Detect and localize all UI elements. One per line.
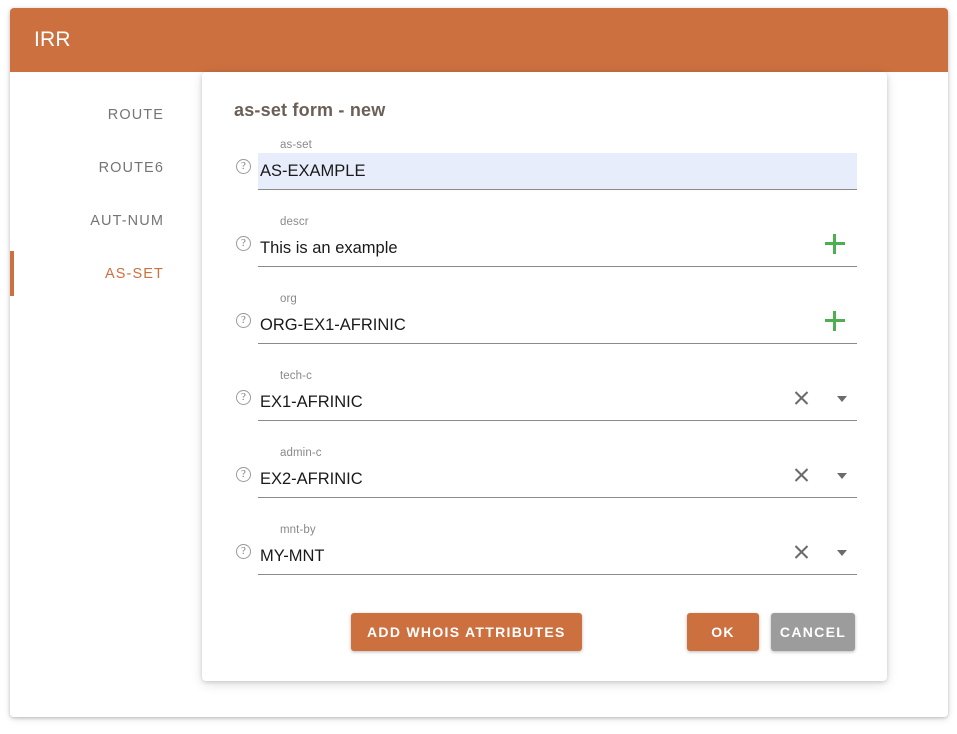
field-value: EX1-AFRINIC (260, 392, 363, 411)
form-fields: ? as-set AS-EXAMPLE? descr This is an exampl… (234, 131, 857, 593)
sidebar-item-label: AS-SET (105, 265, 164, 282)
clear-close-icon[interactable] (793, 390, 810, 407)
help-circle-icon[interactable]: ? (236, 390, 251, 405)
form-title: as-set form - new (234, 100, 386, 120)
add-plus-icon[interactable] (825, 311, 845, 331)
field-input-mnt-by[interactable]: MY-MNT (258, 538, 857, 575)
add-plus-icon[interactable] (825, 234, 845, 254)
sidebar-item-as-set[interactable]: AS-SET (10, 247, 192, 300)
field-input-as-set[interactable]: AS-EXAMPLE (258, 153, 857, 190)
help-circle-icon[interactable]: ? (236, 467, 251, 482)
field-label: admin-c (280, 447, 322, 459)
field-input-tech-c[interactable]: EX1-AFRINIC (258, 384, 857, 421)
form-footer: ADD WHOIS ATTRIBUTES OK CANCEL (234, 613, 855, 651)
field-value: EX2-AFRINIC (260, 469, 363, 488)
field-label: as-set (280, 139, 312, 151)
field-input-org[interactable]: ORG-EX1-AFRINIC (258, 307, 857, 344)
help-circle-icon[interactable]: ? (236, 236, 251, 251)
field-label: tech-c (280, 370, 312, 382)
chevron-down-icon[interactable] (837, 396, 847, 402)
field-label: org (280, 293, 297, 305)
sidebar-item-route[interactable]: ROUTE (10, 88, 192, 141)
help-circle-icon[interactable]: ? (236, 313, 251, 328)
help-circle-icon[interactable]: ? (236, 159, 251, 174)
field-input-descr[interactable]: This is an example (258, 230, 857, 267)
field-admin-c: ? admin-c EX2-AFRINIC (234, 439, 857, 516)
body-area: ROUTE ROUTE6 AUT-NUM AS-SET as-set form - n… (10, 72, 948, 717)
sidebar-item-route6[interactable]: ROUTE6 (10, 141, 192, 194)
content-area: as-set form - new ? as-set AS-EXAMPLE? desc… (192, 72, 948, 717)
help-circle-icon[interactable]: ? (236, 544, 251, 559)
sidebar-item-aut-num[interactable]: AUT-NUM (10, 194, 192, 247)
field-tech-c: ? tech-c EX1-AFRINIC (234, 362, 857, 439)
app-title: IRR (34, 28, 71, 51)
field-value: MY-MNT (260, 546, 325, 565)
field-input-admin-c[interactable]: EX2-AFRINIC (258, 461, 857, 498)
sidebar-item-label: AUT-NUM (90, 212, 164, 229)
field-label: descr (280, 216, 309, 228)
app-window: IRR ROUTE ROUTE6 AUT-NUM AS-SET as-set form… (10, 8, 948, 717)
field-value: AS-EXAMPLE (260, 161, 366, 180)
ok-button[interactable]: OK (687, 613, 759, 651)
app-header: IRR (10, 8, 948, 72)
add-whois-attributes-button[interactable]: ADD WHOIS ATTRIBUTES (351, 613, 582, 651)
field-org: ? org ORG-EX1-AFRINIC (234, 285, 857, 362)
clear-close-icon[interactable] (793, 467, 810, 484)
sidebar-item-label: ROUTE (107, 106, 164, 123)
as-set-form-card: as-set form - new ? as-set AS-EXAMPLE? desc… (202, 72, 887, 681)
field-value: ORG-EX1-AFRINIC (260, 315, 406, 334)
chevron-down-icon[interactable] (837, 473, 847, 479)
field-descr: ? descr This is an example (234, 208, 857, 285)
field-label: mnt-by (280, 524, 316, 536)
field-mnt-by: ? mnt-by MY-MNT (234, 516, 857, 593)
cancel-button[interactable]: CANCEL (771, 613, 855, 651)
field-as-set: ? as-set AS-EXAMPLE (234, 131, 857, 208)
sidebar-item-label: ROUTE6 (98, 159, 164, 176)
clear-close-icon[interactable] (793, 544, 810, 561)
field-value: This is an example (260, 238, 398, 257)
sidebar: ROUTE ROUTE6 AUT-NUM AS-SET (10, 72, 192, 717)
chevron-down-icon[interactable] (837, 550, 847, 556)
